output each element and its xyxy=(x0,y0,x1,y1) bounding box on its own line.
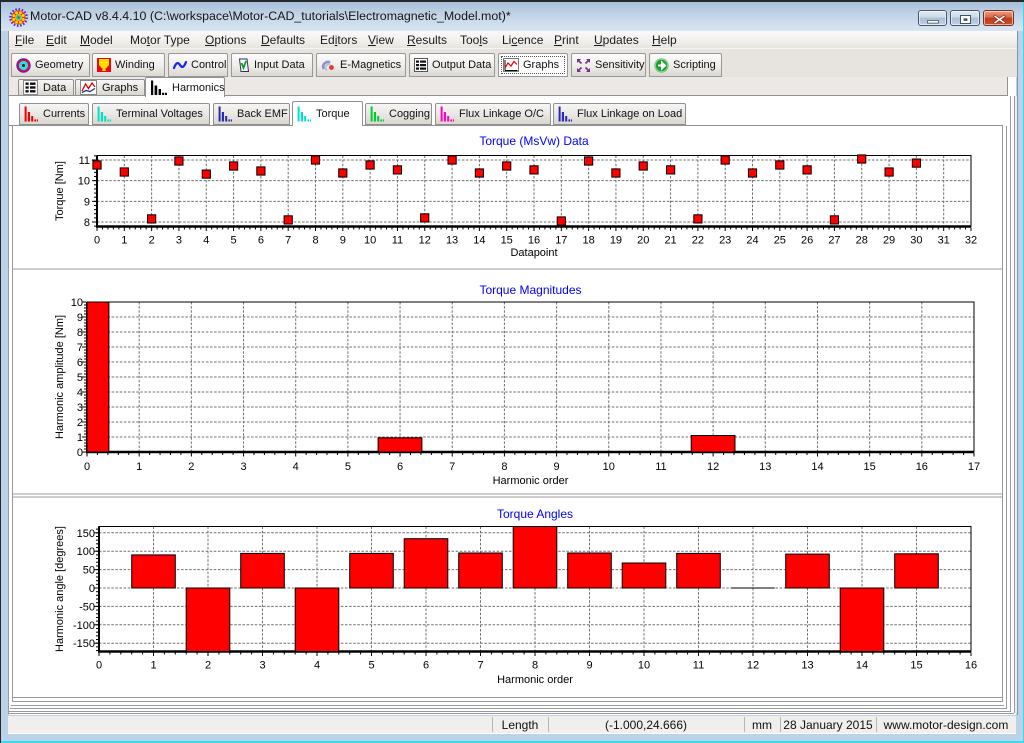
svg-text:11: 11 xyxy=(79,155,90,167)
svg-text:0: 0 xyxy=(89,583,95,595)
svg-text:12: 12 xyxy=(419,235,431,247)
svg-text:23: 23 xyxy=(719,235,731,247)
svg-text:6: 6 xyxy=(423,660,429,672)
svg-text:10: 10 xyxy=(364,235,376,247)
svg-text:4: 4 xyxy=(203,235,209,247)
svg-text:14: 14 xyxy=(473,235,485,247)
svg-text:8: 8 xyxy=(84,217,90,229)
svg-text:4: 4 xyxy=(293,461,299,473)
svg-text:2: 2 xyxy=(149,235,155,247)
svg-text:13: 13 xyxy=(446,235,458,247)
svg-text:1: 1 xyxy=(150,660,156,672)
svg-text:2: 2 xyxy=(205,660,211,672)
svg-text:5: 5 xyxy=(77,372,83,384)
svg-text:6: 6 xyxy=(397,461,403,473)
svg-text:5: 5 xyxy=(345,461,351,473)
svg-text:-150: -150 xyxy=(73,638,95,650)
svg-text:22: 22 xyxy=(692,235,704,247)
svg-text:25: 25 xyxy=(774,235,786,247)
svg-text:10: 10 xyxy=(603,461,615,473)
svg-text:7: 7 xyxy=(77,342,83,354)
svg-text:16: 16 xyxy=(916,461,928,473)
svg-text:Harmonic order: Harmonic order xyxy=(493,475,569,487)
svg-text:150: 150 xyxy=(77,528,95,540)
svg-text:32: 32 xyxy=(965,235,977,247)
svg-text:13: 13 xyxy=(759,461,771,473)
svg-text:12: 12 xyxy=(747,660,759,672)
svg-text:Harmonic angle [degrees]: Harmonic angle [degrees] xyxy=(54,526,66,652)
svg-text:8: 8 xyxy=(501,461,507,473)
svg-text:11: 11 xyxy=(693,660,704,672)
svg-text:5: 5 xyxy=(231,235,237,247)
svg-text:-100: -100 xyxy=(73,620,95,632)
svg-text:7: 7 xyxy=(477,660,483,672)
svg-text:Torque [Nm]: Torque [Nm] xyxy=(54,161,66,221)
svg-text:9: 9 xyxy=(340,235,346,247)
svg-text:14: 14 xyxy=(856,660,868,672)
svg-text:1: 1 xyxy=(77,432,83,444)
svg-text:15: 15 xyxy=(501,235,513,247)
svg-text:50: 50 xyxy=(83,565,95,577)
svg-text:7: 7 xyxy=(449,461,455,473)
svg-text:10: 10 xyxy=(638,660,650,672)
svg-text:2: 2 xyxy=(77,417,83,429)
svg-text:8: 8 xyxy=(77,327,83,339)
svg-text:Torque Magnitudes: Torque Magnitudes xyxy=(479,283,581,297)
svg-text:20: 20 xyxy=(637,235,649,247)
svg-text:17: 17 xyxy=(555,235,567,247)
svg-text:Harmonic amplitude [Nm]: Harmonic amplitude [Nm] xyxy=(54,315,66,439)
svg-text:15: 15 xyxy=(864,461,876,473)
svg-text:0: 0 xyxy=(96,660,102,672)
svg-text:Harmonic order: Harmonic order xyxy=(497,674,573,686)
svg-text:4: 4 xyxy=(77,387,83,399)
svg-text:21: 21 xyxy=(664,235,676,247)
svg-text:100: 100 xyxy=(77,546,95,558)
svg-text:3: 3 xyxy=(240,461,246,473)
svg-text:31: 31 xyxy=(938,235,950,247)
svg-text:11: 11 xyxy=(392,235,403,247)
svg-text:28: 28 xyxy=(856,235,868,247)
svg-text:13: 13 xyxy=(801,660,813,672)
svg-text:9: 9 xyxy=(586,660,592,672)
svg-text:16: 16 xyxy=(528,235,540,247)
svg-text:26: 26 xyxy=(801,235,813,247)
svg-text:1: 1 xyxy=(136,461,142,473)
svg-text:0: 0 xyxy=(94,235,100,247)
svg-text:1: 1 xyxy=(121,235,127,247)
svg-text:14: 14 xyxy=(811,461,823,473)
svg-text:3: 3 xyxy=(77,402,83,414)
svg-text:10: 10 xyxy=(78,176,90,188)
svg-text:Torque (MsVw) Data: Torque (MsVw) Data xyxy=(479,134,589,148)
svg-text:4: 4 xyxy=(314,660,320,672)
svg-text:15: 15 xyxy=(910,660,922,672)
svg-text:9: 9 xyxy=(77,312,83,324)
svg-text:6: 6 xyxy=(77,357,83,369)
svg-text:12: 12 xyxy=(707,461,719,473)
svg-text:8: 8 xyxy=(532,660,538,672)
svg-text:Datapoint: Datapoint xyxy=(510,247,557,259)
svg-text:24: 24 xyxy=(746,235,758,247)
svg-text:0: 0 xyxy=(77,447,83,459)
svg-text:7: 7 xyxy=(285,235,291,247)
svg-text:Torque Angles: Torque Angles xyxy=(497,507,573,521)
svg-text:16: 16 xyxy=(965,660,977,672)
svg-text:30: 30 xyxy=(910,235,922,247)
svg-text:9: 9 xyxy=(84,196,90,208)
svg-text:8: 8 xyxy=(312,235,318,247)
svg-text:17: 17 xyxy=(968,461,980,473)
svg-text:11: 11 xyxy=(655,461,666,473)
svg-text:27: 27 xyxy=(828,235,840,247)
svg-text:3: 3 xyxy=(259,660,265,672)
svg-text:2: 2 xyxy=(188,461,194,473)
svg-text:6: 6 xyxy=(258,235,264,247)
svg-text:3: 3 xyxy=(176,235,182,247)
svg-text:9: 9 xyxy=(554,461,560,473)
svg-text:18: 18 xyxy=(583,235,595,247)
svg-text:5: 5 xyxy=(368,660,374,672)
svg-text:0: 0 xyxy=(84,461,90,473)
svg-text:-50: -50 xyxy=(79,601,95,613)
svg-text:29: 29 xyxy=(883,235,895,247)
svg-text:10: 10 xyxy=(71,297,83,309)
svg-text:19: 19 xyxy=(610,235,622,247)
